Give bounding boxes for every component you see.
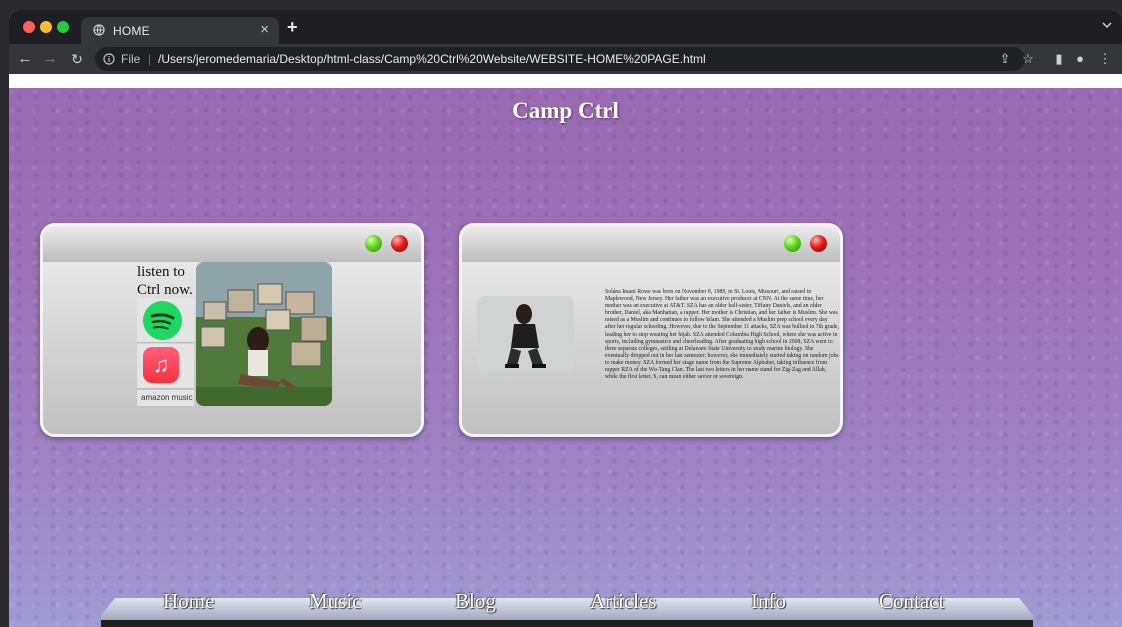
nav-music[interactable]: Music bbox=[309, 589, 362, 614]
card-header bbox=[43, 226, 421, 262]
window-close-button[interactable] bbox=[23, 21, 35, 33]
sidebar-icon[interactable]: ▮ bbox=[1051, 51, 1067, 67]
window-zoom-button[interactable] bbox=[57, 21, 69, 33]
menu-icon[interactable]: ⋮ bbox=[1097, 51, 1113, 67]
browser-tab[interactable]: HOME × bbox=[81, 17, 279, 44]
bookmark-star-icon[interactable]: ☆ bbox=[1020, 51, 1036, 67]
address-bar[interactable]: File | /Users/jeromedemaria/Desktop/html… bbox=[95, 47, 1025, 71]
info-icon[interactable] bbox=[103, 53, 115, 65]
reload-icon[interactable]: ↻ bbox=[67, 49, 87, 69]
forward-arrow-icon[interactable]: → bbox=[40, 49, 60, 69]
red-button-icon[interactable] bbox=[391, 235, 408, 252]
apple-music-link[interactable]: ♫ bbox=[137, 344, 194, 389]
green-button-icon[interactable] bbox=[365, 235, 382, 252]
tab-bar: HOME × + bbox=[9, 10, 1122, 44]
share-icon[interactable]: ⇪ bbox=[997, 51, 1013, 67]
profile-icon[interactable]: ● bbox=[1072, 51, 1088, 67]
bio-card: Solána Imani Rowe was born on November 8… bbox=[459, 223, 843, 437]
tab-title: HOME bbox=[113, 24, 150, 38]
url-separator: | bbox=[148, 52, 152, 66]
amazon-music-link[interactable]: amazon music bbox=[137, 390, 194, 407]
artist-photo bbox=[477, 296, 574, 372]
new-tab-button[interactable]: + bbox=[287, 17, 298, 38]
url-text[interactable]: /Users/jeromedemaria/Desktop/html-class/… bbox=[158, 47, 706, 71]
nav-home[interactable]: Home bbox=[163, 589, 214, 614]
url-scheme: File bbox=[121, 52, 141, 66]
tab-close-icon[interactable]: × bbox=[260, 21, 269, 38]
bio-text: Solána Imani Rowe was born on November 8… bbox=[605, 289, 839, 381]
album-cover-image bbox=[196, 262, 332, 406]
nav-info[interactable]: Info bbox=[751, 589, 786, 614]
listen-text: listen to Ctrl now. bbox=[137, 264, 193, 298]
page-background: Camp Ctrl listen to Ctrl now. ♫ amazon m… bbox=[9, 88, 1122, 627]
bottom-nav-base bbox=[101, 620, 1033, 627]
page-viewport: Camp Ctrl listen to Ctrl now. ♫ amazon m… bbox=[9, 74, 1122, 627]
page-title: Camp Ctrl bbox=[512, 98, 619, 123]
browser-toolbar: ← → ↻ File | /Users/jeromedemaria/Deskto… bbox=[9, 44, 1122, 74]
globe-icon bbox=[93, 24, 105, 36]
red-button-icon[interactable] bbox=[810, 235, 827, 252]
amazon-music-icon: amazon music bbox=[141, 393, 193, 402]
nav-contact[interactable]: Contact bbox=[879, 589, 944, 614]
back-arrow-icon[interactable]: ← bbox=[15, 49, 35, 69]
browser-window: HOME × + ← → ↻ File | /Users/jeromedemar… bbox=[9, 10, 1122, 627]
green-button-icon[interactable] bbox=[784, 235, 801, 252]
spotify-link[interactable] bbox=[137, 298, 194, 343]
card-header bbox=[462, 226, 840, 262]
tab-dropdown-icon[interactable] bbox=[1102, 20, 1112, 30]
nav-articles[interactable]: Articles bbox=[590, 589, 656, 614]
nav-blog[interactable]: Blog bbox=[455, 589, 496, 614]
spotify-icon bbox=[143, 301, 182, 340]
music-card: listen to Ctrl now. ♫ amazon music bbox=[40, 223, 424, 437]
apple-music-icon: ♫ bbox=[143, 347, 179, 383]
window-minimize-button[interactable] bbox=[40, 21, 52, 33]
